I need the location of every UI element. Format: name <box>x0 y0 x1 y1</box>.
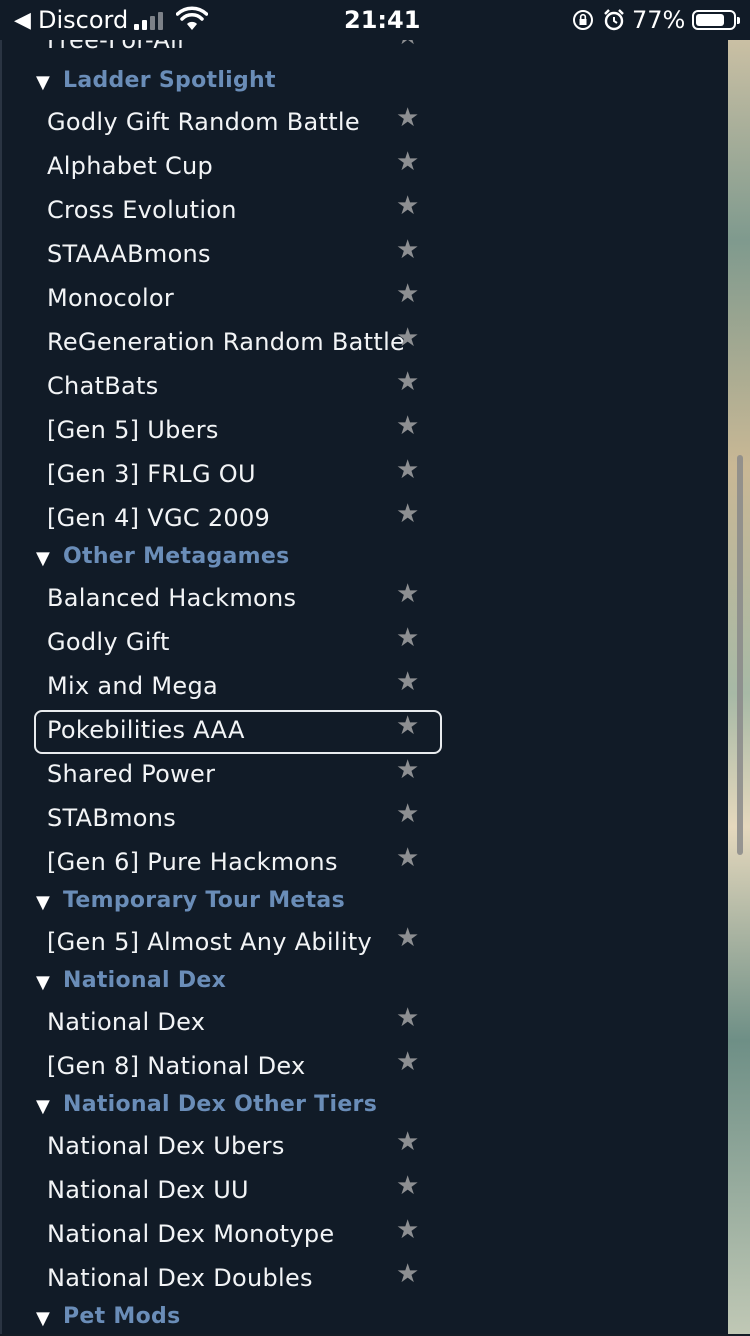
format-item[interactable]: National Dex Doubles ★ <box>34 1258 442 1302</box>
back-arrow-icon[interactable]: ◀ <box>14 8 31 33</box>
format-item[interactable]: [Gen 8] National Dex ★ <box>34 1046 442 1090</box>
star-icon[interactable]: ★ <box>396 1171 419 1201</box>
star-icon[interactable]: ★ <box>396 499 419 529</box>
format-item[interactable]: ReGeneration Random Battle ★ <box>34 322 442 366</box>
triangle-down-icon[interactable]: ▼ <box>36 972 50 993</box>
star-icon[interactable]: ★ <box>396 367 419 397</box>
format-item[interactable]: ChatBats ★ <box>34 366 442 410</box>
scrollbar[interactable] <box>737 455 743 855</box>
format-item-label: Balanced Hackmons <box>47 584 297 612</box>
format-item[interactable]: Balanced Hackmons ★ <box>34 578 442 622</box>
format-item-label: Monocolor <box>47 284 175 312</box>
star-icon[interactable]: ★ <box>396 923 419 953</box>
format-item[interactable]: [Gen 3] FRLG OU ★ <box>34 454 442 498</box>
format-item[interactable]: [Gen 4] VGC 2009 ★ <box>34 498 442 542</box>
format-item[interactable]: [Gen 5] Ubers ★ <box>34 410 442 454</box>
format-item-label: [Gen 3] FRLG OU <box>47 460 256 488</box>
triangle-down-icon[interactable]: ▼ <box>36 1308 50 1329</box>
triangle-down-icon[interactable]: ▼ <box>36 72 50 93</box>
wifi-icon <box>176 6 208 30</box>
format-item[interactable]: [Gen 6] Pure Hackmons ★ <box>34 842 442 886</box>
star-icon[interactable]: ★ <box>396 235 419 265</box>
star-icon[interactable]: ★ <box>396 755 419 785</box>
format-item-label: National Dex Doubles <box>47 1264 313 1292</box>
format-item-label: National Dex UU <box>47 1176 249 1204</box>
star-icon[interactable]: ★ <box>396 1127 419 1157</box>
star-icon[interactable]: ★ <box>396 411 419 441</box>
format-item[interactable]: Mix and Mega ★ <box>34 666 442 710</box>
format-item-label: National Dex <box>47 1008 206 1036</box>
format-item[interactable]: Cross Evolution ★ <box>34 190 442 234</box>
format-item-label: National Dex Monotype <box>47 1220 335 1248</box>
format-item-label: [Gen 8] National Dex <box>47 1052 306 1080</box>
star-icon[interactable]: ★ <box>396 623 419 653</box>
star-icon[interactable]: ★ <box>396 579 419 609</box>
format-item[interactable]: National Dex Ubers ★ <box>34 1126 442 1170</box>
format-item-label: STAAABmons <box>47 240 211 268</box>
battery-percent: 77% <box>632 6 686 34</box>
format-item[interactable]: [Gen 5] Almost Any Ability ★ <box>34 922 442 966</box>
format-item-label: ChatBats <box>47 372 159 400</box>
format-item-label: Shared Power <box>47 760 216 788</box>
format-item-label: Mix and Mega <box>47 672 219 700</box>
format-item[interactable]: National Dex Monotype ★ <box>34 1214 442 1258</box>
triangle-down-icon[interactable]: ▼ <box>36 892 50 913</box>
star-icon[interactable]: ★ <box>396 667 419 697</box>
section-title: National Dex Other Tiers <box>63 1092 378 1117</box>
orientation-lock-icon <box>573 10 593 30</box>
format-item[interactable]: National Dex UU ★ <box>34 1170 442 1214</box>
clock: 21:41 <box>344 6 421 34</box>
star-icon[interactable]: ★ <box>396 1047 419 1077</box>
star-icon[interactable]: ★ <box>396 799 419 829</box>
triangle-down-icon[interactable]: ▼ <box>36 1096 50 1117</box>
format-item-label: Godly Gift Random Battle <box>47 108 360 136</box>
format-item[interactable]: Shared Power ★ <box>34 754 442 798</box>
star-icon[interactable]: ★ <box>396 843 419 873</box>
star-icon[interactable]: ★ <box>396 279 419 309</box>
section-title: Other Metagames <box>63 544 290 569</box>
format-item[interactable]: STAAABmons ★ <box>34 234 442 278</box>
star-icon[interactable]: ★ <box>396 103 419 133</box>
format-item-label: Pokebilities AAA <box>47 716 245 744</box>
back-app-name[interactable]: Discord <box>38 6 128 34</box>
section-title: Ladder Spotlight <box>63 68 276 93</box>
star-icon[interactable]: ★ <box>396 455 419 485</box>
format-item-label: Alphabet Cup <box>47 152 214 180</box>
format-item-label: National Dex Ubers <box>47 1132 285 1160</box>
format-item[interactable]: Godly Gift Random Battle ★ <box>34 102 442 146</box>
alarm-icon <box>604 9 624 31</box>
format-item-label: [Gen 5] Ubers <box>47 416 219 444</box>
format-item-label: [Gen 6] Pure Hackmons <box>47 848 338 876</box>
star-icon[interactable]: ★ <box>396 711 419 741</box>
star-icon[interactable]: ★ <box>396 191 419 221</box>
battery-icon <box>692 10 740 30</box>
format-item-label: ReGeneration Random Battle <box>47 328 406 356</box>
format-item[interactable]: Godly Gift ★ <box>34 622 442 666</box>
format-item-label: Cross Evolution <box>47 196 237 224</box>
section-title: Pet Mods <box>63 1304 181 1329</box>
section-title: Temporary Tour Metas <box>63 888 345 913</box>
star-icon[interactable]: ★ <box>396 147 419 177</box>
star-icon[interactable]: ★ <box>396 1003 419 1033</box>
status-bar: ◀ Discord 21:41 77% <box>0 0 750 40</box>
star-icon[interactable]: ★ <box>396 1215 419 1245</box>
format-item-label: Godly Gift <box>47 628 170 656</box>
format-list-panel: Free-For-All★▼Ladder SpotlightGodly Gift… <box>0 0 728 1334</box>
format-item[interactable]: Pokebilities AAA ★ <box>34 710 442 754</box>
format-item-label: [Gen 4] VGC 2009 <box>47 504 271 532</box>
format-item[interactable]: Monocolor ★ <box>34 278 442 322</box>
format-item-label: [Gen 5] Almost Any Ability <box>47 928 373 956</box>
signal-icon <box>134 10 168 30</box>
format-item[interactable]: STABmons ★ <box>34 798 442 842</box>
format-item-label: STABmons <box>47 804 177 832</box>
format-item[interactable]: Alphabet Cup ★ <box>34 146 442 190</box>
section-title: National Dex <box>63 968 227 993</box>
format-item[interactable]: National Dex ★ <box>34 1002 442 1046</box>
triangle-down-icon[interactable]: ▼ <box>36 548 50 569</box>
star-icon[interactable]: ★ <box>396 1259 419 1289</box>
star-icon[interactable]: ★ <box>396 323 419 353</box>
